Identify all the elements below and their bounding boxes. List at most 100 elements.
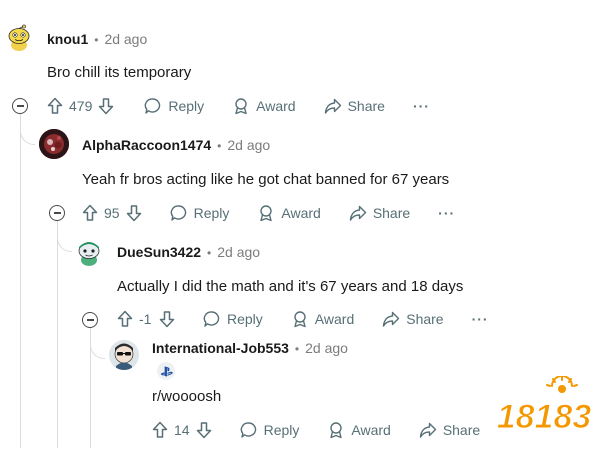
award-label: Award (256, 98, 296, 114)
separator-dot: • (294, 342, 300, 356)
username[interactable]: AlphaRaccoon1474 (82, 137, 211, 153)
award-button[interactable]: Award (291, 310, 354, 328)
share-button[interactable]: Share (324, 97, 385, 115)
avatar[interactable] (74, 236, 104, 266)
comment-body: Actually I did the math and it's 67 year… (117, 278, 464, 295)
chat-bubble-icon (145, 98, 161, 114)
site-logo-icon: 18183 (496, 375, 592, 437)
vote-group: 479 (47, 97, 114, 115)
vote-score: 95 (104, 205, 120, 221)
upvote-icon[interactable] (152, 421, 168, 439)
vote-score: -1 (139, 311, 152, 327)
comment-body: Yeah fr bros acting like he got chat ban… (82, 171, 450, 188)
award-icon (260, 205, 273, 222)
collapse-thread-button[interactable] (49, 205, 65, 221)
username[interactable]: DueSun3422 (117, 244, 201, 260)
comment-meta: AlphaRaccoon1474 • 2d ago (82, 137, 270, 153)
dark-red-avatar-icon (39, 129, 69, 159)
thread-connector-3 (90, 338, 105, 359)
award-icon (330, 422, 343, 439)
reply-button[interactable]: Reply (170, 204, 230, 222)
share-arrow-icon (324, 98, 341, 114)
thread-line-level-2 (57, 219, 58, 448)
comment-actions: 479 Reply Award Share ··· (47, 94, 430, 118)
comment-actions: 95 Reply Award Share ··· (82, 201, 455, 225)
avatar[interactable] (39, 129, 69, 159)
vote-group: 95 (82, 204, 142, 222)
share-arrow-icon (419, 422, 437, 438)
reply-label: Reply (168, 98, 205, 114)
reply-label: Reply (263, 422, 300, 438)
upvote-icon[interactable] (117, 310, 133, 328)
share-button[interactable]: Share (349, 204, 410, 222)
chat-bubble-icon (170, 205, 186, 221)
separator-dot: • (94, 33, 99, 47)
username[interactable]: International-Job553 (152, 340, 289, 356)
share-label: Share (442, 422, 481, 438)
vote-group: -1 (117, 310, 175, 328)
share-arrow-icon (383, 311, 400, 327)
comment-body: r/woooosh (152, 388, 222, 405)
collapse-thread-button[interactable] (82, 312, 98, 328)
user-flair (157, 362, 175, 380)
separator-dot: • (217, 139, 222, 153)
share-label: Share (406, 311, 444, 327)
comment-meta: International-Job553 • 2d ago (152, 340, 348, 356)
upvote-icon[interactable] (47, 97, 63, 115)
avatar[interactable] (109, 340, 139, 370)
timestamp[interactable]: 2d ago (305, 340, 348, 356)
timestamp[interactable]: 2d ago (227, 137, 270, 153)
downvote-icon[interactable] (196, 421, 212, 439)
timestamp[interactable]: 2d ago (104, 31, 147, 47)
award-icon (235, 98, 247, 115)
upvote-icon[interactable] (82, 204, 98, 222)
reply-button[interactable]: Reply (203, 310, 263, 328)
timestamp[interactable]: 2d ago (217, 244, 260, 260)
avatar[interactable] (4, 22, 34, 52)
award-button[interactable]: Award (232, 97, 296, 115)
collapse-thread-button[interactable] (12, 98, 28, 114)
award-button[interactable]: Award (257, 204, 321, 222)
comment-body: Bro chill its temporary (47, 64, 192, 81)
share-label: Share (372, 205, 411, 221)
reply-button[interactable]: Reply (240, 421, 300, 439)
downvote-icon[interactable] (126, 204, 142, 222)
reply-label: Reply (227, 311, 263, 327)
watermark-text: 18183 (497, 398, 592, 436)
more-options-button[interactable]: ··· (472, 311, 489, 327)
chat-bubble-icon (203, 311, 220, 327)
minus-icon (86, 319, 94, 321)
thread-connector-2 (57, 231, 72, 252)
award-button[interactable]: Award (327, 421, 391, 439)
downvote-icon[interactable] (98, 97, 114, 115)
award-label: Award (281, 205, 321, 221)
minus-icon (53, 212, 61, 214)
vote-score: 14 (174, 422, 190, 438)
playstation-icon (160, 365, 173, 377)
thread-line-level-1 (20, 112, 21, 448)
share-label: Share (347, 98, 385, 114)
award-icon (294, 311, 306, 328)
award-label: Award (314, 311, 355, 327)
vote-score: 479 (69, 98, 93, 114)
comment-actions: -1 Reply Award Share ··· (117, 307, 489, 331)
username[interactable]: knou1 (47, 31, 88, 47)
share-button[interactable]: Share (382, 310, 444, 328)
reply-label: Reply (193, 205, 230, 221)
more-options-button[interactable]: ··· (413, 98, 430, 114)
downvote-icon[interactable] (159, 310, 175, 328)
comment-actions: 14 Reply Award Share (152, 418, 480, 442)
share-arrow-icon (349, 205, 367, 221)
sunglasses-avatar-icon (109, 340, 139, 370)
thread-connector-1 (20, 126, 35, 145)
minus-icon (16, 105, 24, 107)
comment-meta: knou1 • 2d ago (47, 31, 147, 47)
separator-dot: • (207, 246, 212, 260)
snoo-avatar-green-icon (78, 242, 100, 266)
more-options-button[interactable]: ··· (438, 205, 455, 221)
vote-group: 14 (152, 421, 212, 439)
reply-button[interactable]: Reply (144, 97, 204, 115)
chat-bubble-icon (240, 422, 256, 438)
share-button[interactable]: Share (419, 421, 480, 439)
comment-meta: DueSun3422 • 2d ago (117, 244, 260, 260)
